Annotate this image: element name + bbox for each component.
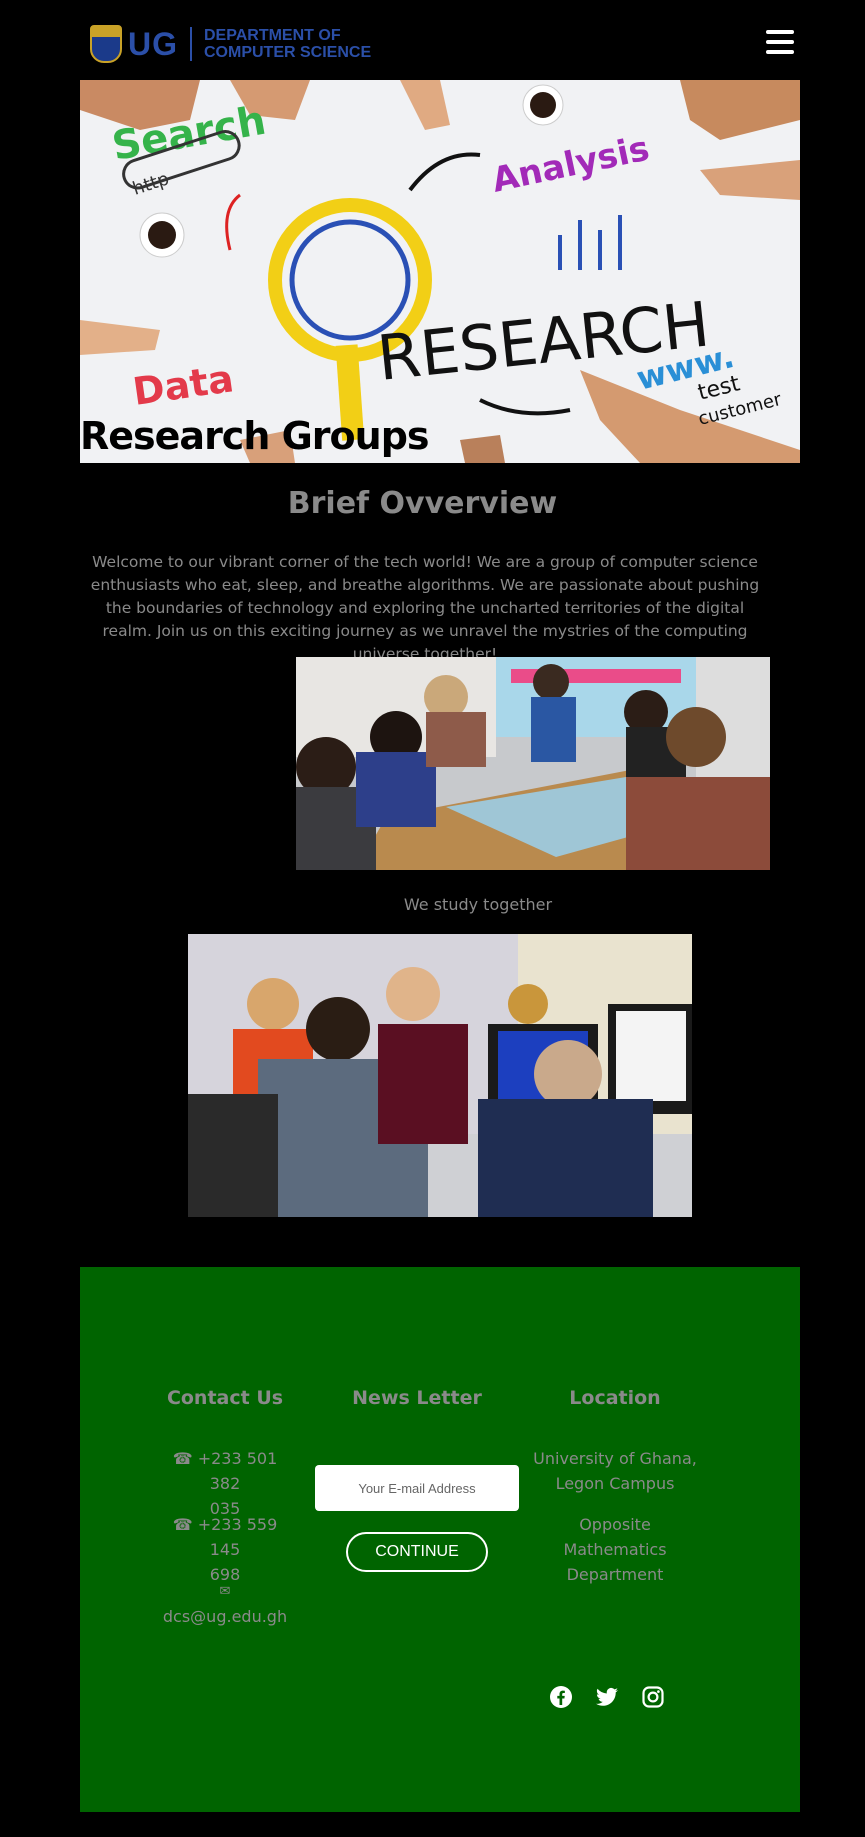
ug-logo[interactable]: UG DEPARTMENT OF COMPUTER SCIENCE [90,24,371,64]
contact-email-link[interactable]: dcs@ug.edu.gh [160,1604,290,1629]
overview-heading: Brief Ovverview [287,486,558,521]
hero-banner: Search http Analysis RESEARCH Data www. … [80,80,800,463]
continue-button[interactable]: CONTINUE [346,1532,488,1572]
location-line-5: Department [566,1565,664,1584]
department-name: DEPARTMENT OF COMPUTER SCIENCE [204,27,371,61]
location-heading: Location [569,1387,661,1409]
university-crest-icon [90,25,122,63]
department-line-1: DEPARTMENT OF [204,27,341,44]
location-line-4: Mathematics [563,1540,667,1559]
facebook-icon[interactable] [549,1685,573,1709]
location-landmark: Opposite Mathematics Department [510,1512,720,1587]
phone-2[interactable]: ☎ +233 559 145 698 [160,1512,290,1587]
students-table-photo [296,657,770,870]
email-icon: ✉ [219,1584,231,1599]
phone-1[interactable]: ☎ +233 501 382 035 [160,1446,290,1521]
students-computer-lab-photo [188,934,692,1217]
photo-caption: We study together [403,895,553,914]
logo-abbreviation: UG [128,25,178,62]
location-line-3: Opposite [579,1515,651,1534]
overview-paragraph: Welcome to our vibrant corner of the tec… [90,553,760,663]
contact-heading: Contact Us [166,1387,284,1409]
site-header: UG DEPARTMENT OF COMPUTER SCIENCE [0,0,865,80]
newsletter-email-input[interactable] [315,1465,519,1511]
logo-divider [190,27,192,61]
location-line-2: Legon Campus [555,1474,675,1493]
location-address: University of Ghana, Legon Campus [510,1446,720,1496]
phone-1-line-1: ☎ +233 501 382 [172,1449,278,1493]
hamburger-menu-icon[interactable] [766,30,794,54]
location-line-1: University of Ghana, [533,1449,697,1468]
twitter-icon[interactable] [595,1685,619,1709]
department-line-2: COMPUTER SCIENCE [204,44,372,61]
page-title: Research Groups [80,414,430,458]
research-banner-image: Search http Analysis RESEARCH Data www. … [80,80,800,463]
phone-2-line-1: ☎ +233 559 145 [172,1515,278,1559]
newsletter-heading: News Letter [352,1387,482,1409]
instagram-icon[interactable] [641,1685,665,1709]
site-footer: Contact Us ☎ +233 501 382 035 ☎ +233 559… [80,1267,800,1812]
